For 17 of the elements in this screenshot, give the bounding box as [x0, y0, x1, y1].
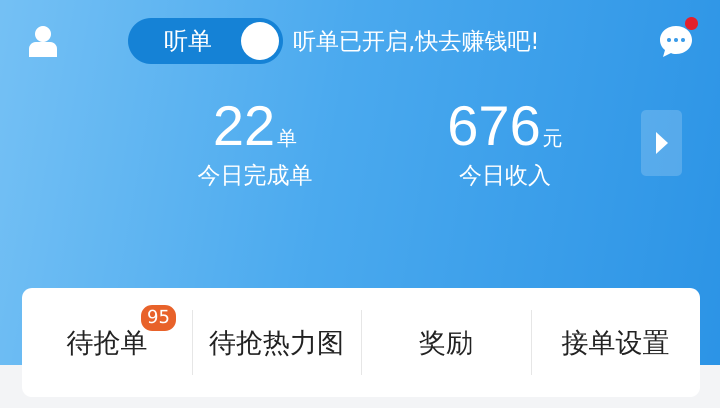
user-icon[interactable] [28, 25, 58, 57]
stat-label: 今日完成单 [198, 162, 312, 190]
menu-item[interactable]: 接单设置 [530, 288, 700, 397]
message-icon[interactable] [658, 23, 694, 59]
count-badge: 95 [140, 304, 177, 332]
stat-label: 今日收入 [459, 162, 551, 190]
status-text: 听单已开启,快去赚钱吧! [293, 28, 541, 56]
menu-item[interactable]: 待抢单 95 [22, 288, 192, 397]
menu-item[interactable]: 待抢热力图 [192, 288, 361, 397]
next-button[interactable] [641, 110, 682, 176]
listen-toggle[interactable]: 听单 [128, 18, 283, 64]
stat-unit: 元 [542, 124, 563, 152]
stat-value: 676 [447, 96, 541, 156]
stat-unit: 单 [277, 124, 298, 152]
menu-item[interactable]: 奖励 [361, 288, 530, 397]
play-arrow-icon [656, 132, 668, 154]
stat-value: 22 [212, 96, 276, 156]
